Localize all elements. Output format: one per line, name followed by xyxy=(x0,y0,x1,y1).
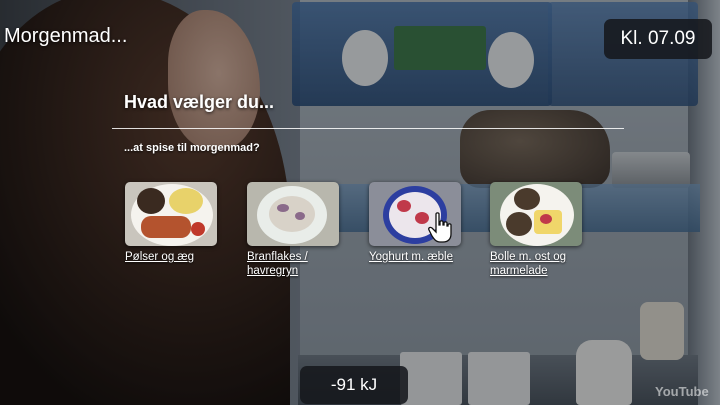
option-label[interactable]: Bolle m. ost og marmelade xyxy=(490,250,596,278)
question-heading: Hvad vælger du... xyxy=(124,92,275,112)
hand-pointer-icon xyxy=(428,212,452,243)
clock-badge: Kl. 07.09 xyxy=(604,19,712,59)
background-photo xyxy=(0,0,720,405)
option-yoghurt-apple[interactable]: Yoghurt m. æble xyxy=(369,182,475,264)
app-title: Morgenmad... xyxy=(4,25,128,47)
option-sausages-eggs[interactable]: Pølser og æg xyxy=(125,182,231,264)
option-label[interactable]: Branflakes / havregryn xyxy=(247,250,353,278)
sausages-eggs-plate-icon xyxy=(125,182,217,246)
option-bun-cheese-jam[interactable]: Bolle m. ost og marmelade xyxy=(490,182,596,278)
option-branflakes[interactable]: Branflakes / havregryn xyxy=(247,182,353,278)
energy-badge: -91 kJ xyxy=(300,366,408,404)
option-label[interactable]: Pølser og æg xyxy=(125,250,231,264)
youtube-watermark: YouTube xyxy=(655,384,709,399)
divider xyxy=(112,128,624,129)
bun-cheese-jam-plate-icon xyxy=(490,182,582,246)
option-label[interactable]: Yoghurt m. æble xyxy=(369,250,475,264)
question-subtitle: ...at spise til morgenmad? xyxy=(124,142,260,154)
cereal-bowl-icon xyxy=(247,182,339,246)
